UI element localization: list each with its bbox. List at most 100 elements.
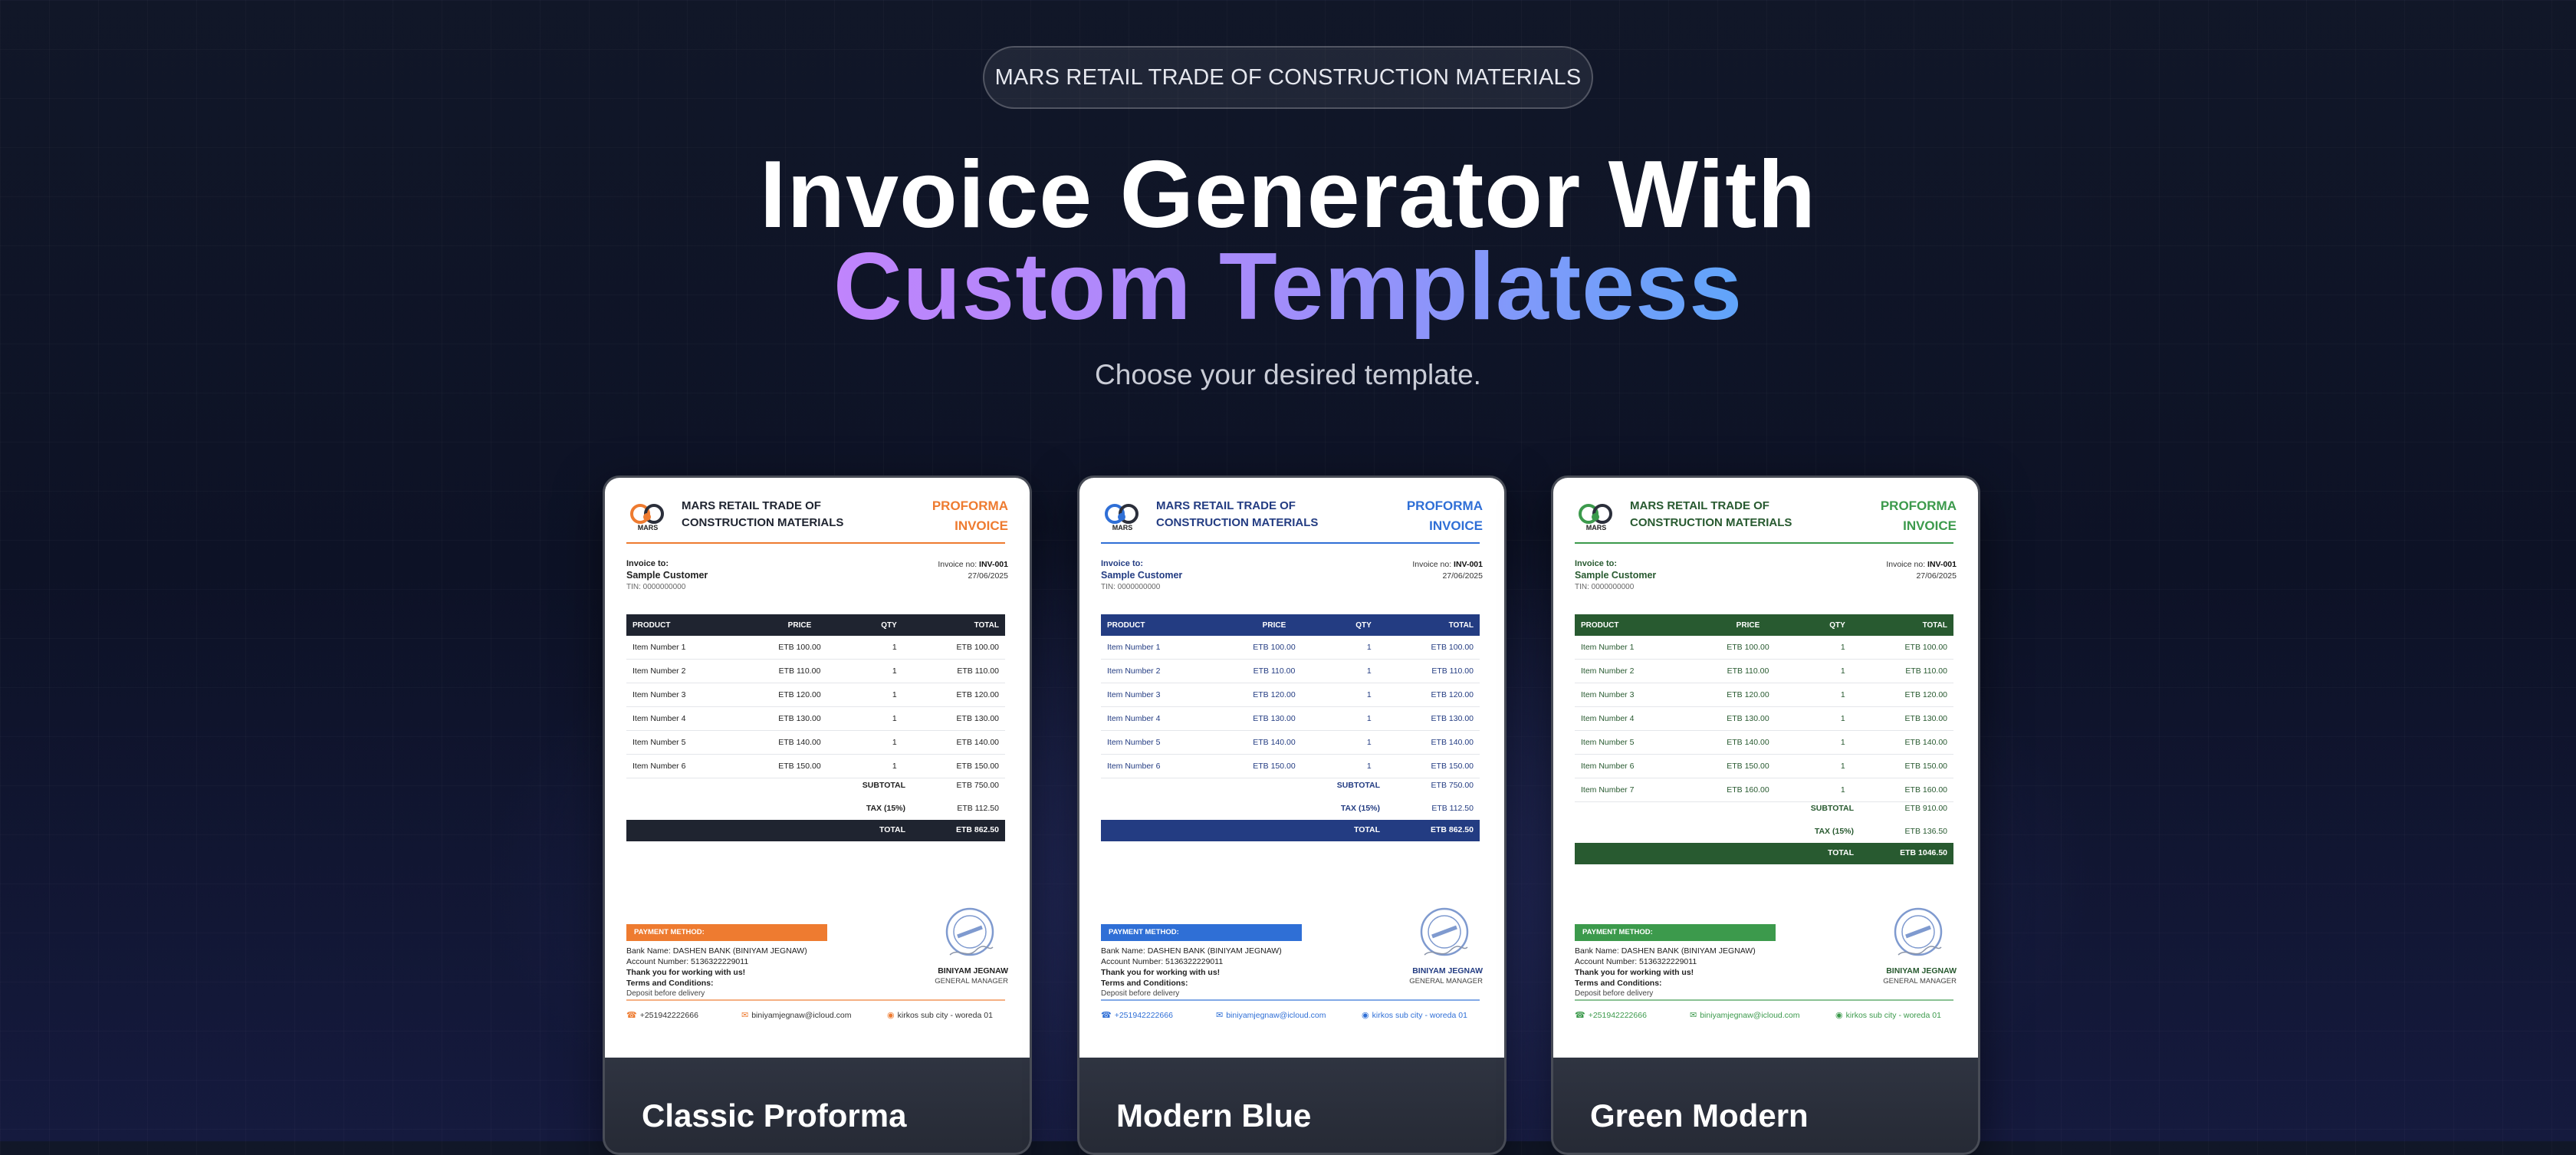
signer-title: GENERAL MANAGER bbox=[935, 977, 1008, 986]
table-cell: Item Number 5 bbox=[1101, 730, 1224, 755]
subtotal-label: SUBTOTAL bbox=[1336, 781, 1380, 790]
table-cell: ETB 100.00 bbox=[748, 636, 851, 660]
payment-method-label: PAYMENT METHOD: bbox=[626, 924, 827, 941]
footer-divider bbox=[1575, 999, 1953, 1001]
table-cell: ETB 130.00 bbox=[1697, 706, 1799, 731]
table-cell: Item Number 2 bbox=[1575, 659, 1697, 683]
company-stamp-icon bbox=[1894, 907, 1943, 956]
table-cell: ETB 120.00 bbox=[1377, 683, 1480, 707]
table-cell: ETB 120.00 bbox=[1851, 683, 1953, 707]
table-cell: ETB 120.00 bbox=[1697, 683, 1799, 707]
tax-value: ETB 112.50 bbox=[957, 804, 999, 813]
signer-name: BINIYAM JEGNAW bbox=[938, 966, 1008, 976]
phone-icon: ☎ bbox=[1575, 1011, 1585, 1020]
table-cell: ETB 110.00 bbox=[1697, 659, 1799, 683]
email-icon: ✉ bbox=[1690, 1011, 1697, 1020]
invoice-number-label: Invoice no: bbox=[938, 560, 978, 569]
invoice-meta: Invoice no: INV-001 27/06/2025 bbox=[1412, 559, 1483, 582]
invoice-title-line-2: INVOICE bbox=[1903, 518, 1957, 533]
table-cell: 1 bbox=[1325, 683, 1378, 707]
phone-text: +251942222666 bbox=[1114, 1011, 1173, 1020]
page-title-gradient-text: Custom Templatess bbox=[833, 234, 1743, 340]
table-cell: ETB 140.00 bbox=[902, 730, 1005, 755]
address-text: kirkos sub city - woreda 01 bbox=[1372, 1011, 1467, 1020]
email-icon: ✉ bbox=[1216, 1011, 1224, 1020]
template-card[interactable]: MARS MARS RETAIL TRADE OF CONSTRUCTION MAT… bbox=[1077, 475, 1506, 1155]
header-divider bbox=[1101, 542, 1480, 544]
terms-label: Terms and Conditions: bbox=[1101, 979, 1188, 988]
total-label: TOTAL bbox=[1827, 848, 1854, 857]
table-cell: Item Number 3 bbox=[626, 683, 749, 707]
table-cell: ETB 110.00 bbox=[1377, 659, 1480, 683]
template-card[interactable]: MARS MARS RETAIL TRADE OF CONSTRUCTION MAT… bbox=[603, 475, 1032, 1155]
table-cell: Item Number 1 bbox=[626, 636, 749, 660]
table-cell: ETB 120.00 bbox=[748, 683, 851, 707]
invoice-meta: Invoice no: INV-001 27/06/2025 bbox=[1886, 559, 1957, 582]
email-icon: ✉ bbox=[741, 1011, 749, 1020]
table-cell: 1 bbox=[1799, 636, 1852, 660]
table-cell: Item Number 4 bbox=[1101, 706, 1224, 731]
company-name-line-1: MARS RETAIL TRADE OF bbox=[1156, 499, 1296, 512]
signer-name: BINIYAM JEGNAW bbox=[1412, 966, 1483, 976]
template-card[interactable]: MARS MARS RETAIL TRADE OF CONSTRUCTION MAT… bbox=[1551, 475, 1980, 1155]
column-header: PRICE bbox=[1697, 614, 1799, 636]
invoice-preview: MARS MARS RETAIL TRADE OF CONSTRUCTION MAT… bbox=[1553, 478, 1978, 1058]
email-text: biniyamjegnaw@icloud.com bbox=[751, 1011, 852, 1020]
signer-block: BINIYAM JEGNAW GENERAL MANAGER bbox=[1409, 966, 1483, 987]
customer-name: Sample Customer bbox=[626, 570, 708, 581]
template-name: Classic Proforma bbox=[642, 1097, 907, 1134]
template-card-footer: Modern Blue bbox=[1079, 1058, 1504, 1153]
table-cell: 1 bbox=[850, 730, 903, 755]
column-header: PRICE bbox=[1223, 614, 1326, 636]
table-row: Item Number 3 ETB 120.00 1 ETB 120.00 bbox=[1101, 683, 1480, 707]
tax-value: ETB 112.50 bbox=[1431, 804, 1474, 813]
invoice-title-line-1: PROFORMA bbox=[932, 499, 1008, 513]
table-cell: 1 bbox=[850, 683, 903, 707]
address-text: kirkos sub city - woreda 01 bbox=[897, 1011, 993, 1020]
company-name-line-1: MARS RETAIL TRADE OF bbox=[1630, 499, 1769, 512]
totals-block: SUBTOTAL ETB 750.00 TAX (15%) ETB 112.50 TOT… bbox=[1101, 774, 1480, 841]
invoice-number: INV-001 bbox=[979, 560, 1008, 569]
invoice-number-label: Invoice no: bbox=[1886, 560, 1926, 569]
customer-name: Sample Customer bbox=[1575, 570, 1657, 581]
table-cell: 1 bbox=[1799, 659, 1852, 683]
template-name: Green Modern bbox=[1590, 1097, 1809, 1134]
table-cell: 1 bbox=[850, 659, 903, 683]
invoice-date: 27/06/2025 bbox=[968, 571, 1008, 581]
total-value: ETB 862.50 bbox=[955, 825, 999, 834]
table-cell: ETB 100.00 bbox=[1697, 636, 1799, 660]
thank-you-note: Thank you for working with us! bbox=[1101, 968, 1221, 977]
customer-tin: TIN: 0000000000 bbox=[626, 583, 686, 591]
table-cell: Item Number 5 bbox=[626, 730, 749, 755]
total-row: TOTAL ETB 1046.50 bbox=[1575, 843, 1953, 864]
page-title-line-1: Invoice Generator With bbox=[759, 142, 1817, 248]
terms-text: Deposit before delivery bbox=[626, 989, 705, 998]
table-cell: Item Number 4 bbox=[626, 706, 749, 731]
company-name-line-1: MARS RETAIL TRADE OF bbox=[682, 499, 821, 512]
table-cell: 1 bbox=[1325, 730, 1378, 755]
invoice-preview: MARS MARS RETAIL TRADE OF CONSTRUCTION MAT… bbox=[605, 478, 1030, 1058]
table-cell: ETB 110.00 bbox=[902, 659, 1005, 683]
table-cell: 1 bbox=[1799, 730, 1852, 755]
company-badge: MARS RETAIL TRADE OF CONSTRUCTION MATERI… bbox=[983, 46, 1593, 109]
invoice-title-line-1: PROFORMA bbox=[1880, 499, 1957, 513]
table-row: Item Number 5 ETB 140.00 1 ETB 140.00 bbox=[626, 730, 1005, 755]
total-value: ETB 1046.50 bbox=[1900, 848, 1947, 857]
email-contact: ✉ biniyamjegnaw@icloud.com bbox=[1690, 1010, 1800, 1020]
tax-label: TAX (15%) bbox=[866, 804, 905, 813]
logo-text: MARS bbox=[1585, 524, 1607, 531]
page-title-line-2: Custom Templatess bbox=[0, 239, 2576, 334]
page-subtitle: Choose your desired template. bbox=[1095, 359, 1481, 390]
table-cell: Item Number 2 bbox=[626, 659, 749, 683]
location-icon: ◉ bbox=[1835, 1011, 1843, 1020]
account-number: Account Number: 5136322229011 bbox=[1575, 957, 1697, 966]
table-cell: 1 bbox=[1799, 683, 1852, 707]
terms-text: Deposit before delivery bbox=[1575, 989, 1654, 998]
invoice-to-label: Invoice to: bbox=[626, 559, 669, 568]
items-table: PRODUCT PRICE QTY TOTAL Item Number 1 ETB 100… bbox=[1101, 614, 1480, 778]
column-header: PRODUCT bbox=[626, 614, 749, 636]
table-cell: 1 bbox=[1325, 636, 1378, 660]
table-cell: ETB 120.00 bbox=[1223, 683, 1326, 707]
subtotal-label: SUBTOTAL bbox=[862, 781, 905, 790]
table-row: Item Number 4 ETB 130.00 1 ETB 130.00 bbox=[1101, 706, 1480, 731]
